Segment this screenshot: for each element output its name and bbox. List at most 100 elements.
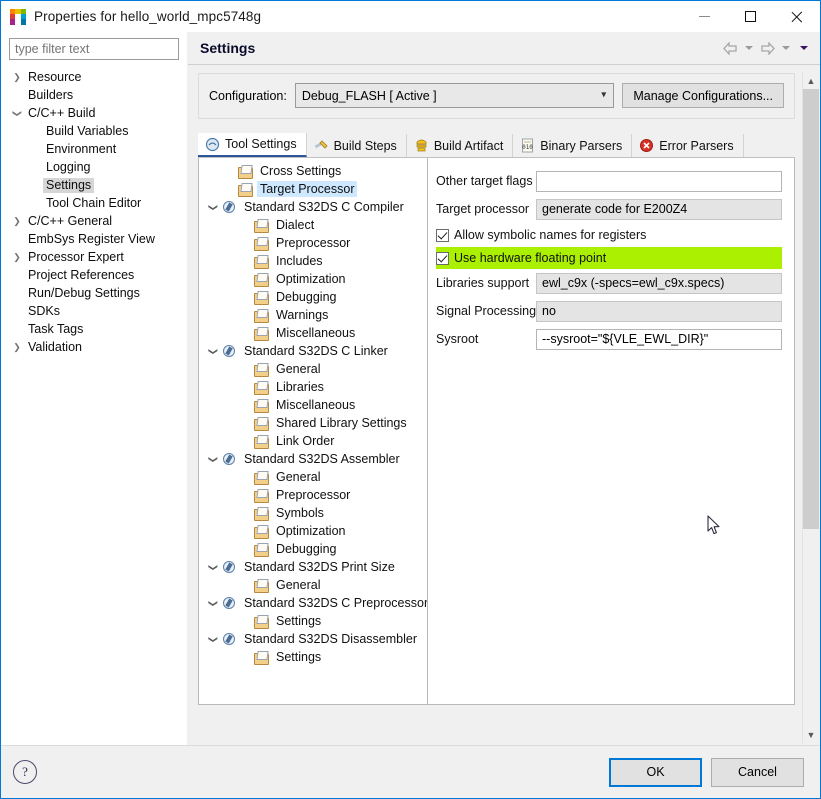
sidebar-item[interactable]: ❯Environment: [1, 140, 187, 158]
tool-tree-item[interactable]: ❯Optimization: [199, 522, 427, 540]
tool-tree-item[interactable]: ❯Settings: [199, 648, 427, 666]
scroll-down-icon[interactable]: ▼: [803, 726, 819, 743]
folder-icon: [253, 614, 269, 629]
tab-build-steps[interactable]: Build Steps: [307, 134, 407, 157]
chevron-down-icon[interactable]: ❯: [208, 343, 219, 359]
option-value-field[interactable]: generate code for E200Z4: [536, 198, 782, 220]
tool-tree-item[interactable]: ❯General: [199, 360, 427, 378]
sidebar-item[interactable]: ❯Builders: [1, 86, 187, 104]
chevron-right-icon[interactable]: ❯: [9, 252, 25, 263]
tool-tree-item[interactable]: ❯Libraries: [199, 378, 427, 396]
sidebar-item[interactable]: ❯Project References: [1, 266, 187, 284]
filter-input[interactable]: [9, 38, 179, 60]
sidebar-item[interactable]: ❯Settings: [1, 176, 187, 194]
gear-icon: [221, 596, 237, 611]
gear-icon: [221, 632, 237, 647]
checkbox-icon[interactable]: [436, 251, 449, 265]
view-menu-chevron-down-icon[interactable]: [800, 46, 808, 50]
tool-tree-item[interactable]: ❯Dialect: [199, 216, 427, 234]
tool-tree-item[interactable]: ❯ Standard S32DS Assembler: [199, 450, 427, 468]
sidebar-item[interactable]: ❯Tool Chain Editor: [1, 194, 187, 212]
tool-tree-item[interactable]: ❯Link Order: [199, 432, 427, 450]
forward-history-chevron-down-icon[interactable]: [782, 46, 790, 50]
tool-tree-item[interactable]: ❯Cross Settings: [199, 162, 427, 180]
scrollbar-thumb[interactable]: [803, 89, 819, 529]
sidebar-item[interactable]: ❯Logging: [1, 158, 187, 176]
option-value-field[interactable]: --sysroot="${VLE_EWL_DIR}": [536, 328, 782, 350]
back-arrow-icon[interactable]: [722, 40, 739, 57]
tool-tree-item[interactable]: ❯Target Processor: [199, 180, 427, 198]
content-scrollbar[interactable]: ▲ ▼: [802, 72, 819, 743]
tool-category-tree[interactable]: ❯Cross Settings❯Target Processor❯Standar…: [199, 158, 428, 704]
tab-tool-settings[interactable]: Tool Settings: [198, 133, 307, 157]
tool-tree-item[interactable]: ❯ Standard S32DS Print Size: [199, 558, 427, 576]
tool-tree-item-label: Link Order: [276, 434, 335, 448]
ok-button[interactable]: OK: [609, 757, 702, 787]
folder-icon: [253, 488, 269, 503]
option-checkbox-row[interactable]: Allow symbolic names for registers: [436, 224, 782, 246]
tool-tree-item[interactable]: ❯General: [199, 468, 427, 486]
sidebar-item[interactable]: ❯Build Variables: [1, 122, 187, 140]
sidebar-item[interactable]: ❯ Resource: [1, 68, 187, 86]
tool-tree-item[interactable]: ❯Shared Library Settings: [199, 414, 427, 432]
tool-tree-item[interactable]: ❯ Standard S32DS C Preprocessor: [199, 594, 428, 612]
sidebar-item[interactable]: ❯Task Tags: [1, 320, 187, 338]
tool-tree-item[interactable]: ❯Includes: [199, 252, 427, 270]
back-history-chevron-down-icon[interactable]: [745, 46, 753, 50]
chevron-down-icon[interactable]: ❯: [208, 559, 219, 575]
cancel-button[interactable]: Cancel: [711, 757, 804, 787]
option-value-field[interactable]: [536, 170, 782, 192]
tool-tree-item[interactable]: ❯ Standard S32DS C Compiler: [199, 198, 427, 216]
error-parsers-icon: [639, 138, 654, 153]
tab-binary-parsers[interactable]: 010 Binary Parsers: [513, 134, 633, 157]
forward-arrow-icon[interactable]: [759, 40, 776, 57]
maximize-button[interactable]: [727, 1, 773, 32]
title-bar: Properties for hello_world_mpc5748g: [1, 1, 820, 32]
tab-error-parsers[interactable]: Error Parsers: [632, 134, 744, 157]
chevron-right-icon[interactable]: ❯: [9, 216, 25, 227]
chevron-down-icon[interactable]: ❯: [208, 595, 219, 611]
sidebar-item[interactable]: ❯ Processor Expert: [1, 248, 187, 266]
chevron-down-icon[interactable]: ❯: [208, 199, 219, 215]
option-value-field[interactable]: no: [536, 300, 782, 322]
option-checkbox-row[interactable]: Use hardware floating point: [436, 247, 782, 269]
checkbox-icon[interactable]: [436, 228, 449, 242]
tool-tree-item[interactable]: ❯Miscellaneous: [199, 396, 427, 414]
tool-tree-item[interactable]: ❯ Standard S32DS C Linker: [199, 342, 427, 360]
scrollbar-track[interactable]: [803, 89, 819, 726]
help-icon[interactable]: ?: [13, 760, 37, 784]
tool-tree-item[interactable]: ❯Optimization: [199, 270, 427, 288]
sidebar-item[interactable]: ❯ C/C++ Build: [1, 104, 187, 122]
settings-tree[interactable]: ❯Resource❯Builders❯C/C++ Build❯Build Var…: [1, 65, 187, 745]
minimize-button[interactable]: [681, 1, 727, 32]
tool-tree-item-label: Target Processor: [257, 181, 358, 197]
option-value-field[interactable]: ewl_c9x (-specs=ewl_c9x.specs): [536, 272, 782, 294]
tool-tree-item[interactable]: ❯ Standard S32DS Disassembler: [199, 630, 427, 648]
tool-tree-item[interactable]: ❯Preprocessor: [199, 234, 427, 252]
sidebar-item[interactable]: ❯SDKs: [1, 302, 187, 320]
sidebar-item[interactable]: ❯ C/C++ General: [1, 212, 187, 230]
tool-tree-item[interactable]: ❯Warnings: [199, 306, 427, 324]
tool-tree-item[interactable]: ❯Preprocessor: [199, 486, 427, 504]
tab-build-artifact[interactable]: Build Artifact: [407, 134, 514, 157]
tool-tree-item[interactable]: ❯Debugging: [199, 540, 427, 558]
configuration-dropdown[interactable]: Debug_FLASH [ Active ] ▾: [294, 83, 615, 108]
chevron-down-icon[interactable]: ❯: [208, 631, 219, 647]
scroll-up-icon[interactable]: ▲: [803, 72, 819, 89]
sidebar-item[interactable]: ❯EmbSys Register View: [1, 230, 187, 248]
tool-tree-item-label: Warnings: [276, 308, 329, 322]
tool-tree-item[interactable]: ❯General: [199, 576, 427, 594]
tool-tree-item[interactable]: ❯Symbols: [199, 504, 427, 522]
sidebar-item[interactable]: ❯Run/Debug Settings: [1, 284, 187, 302]
tool-tree-item[interactable]: ❯Settings: [199, 612, 427, 630]
manage-configurations-button[interactable]: Manage Configurations...: [622, 83, 784, 108]
chevron-right-icon[interactable]: ❯: [9, 342, 25, 353]
sidebar-item[interactable]: ❯ Validation: [1, 338, 187, 356]
chevron-down-icon[interactable]: ❯: [12, 105, 23, 121]
chevron-down-icon[interactable]: ❯: [208, 451, 219, 467]
chevron-right-icon[interactable]: ❯: [9, 72, 25, 83]
tool-tree-item[interactable]: ❯Debugging: [199, 288, 427, 306]
settings-page: Settings Configuration: Debug_FLASH [Ac…: [188, 32, 820, 745]
close-button[interactable]: [773, 1, 820, 32]
tool-tree-item[interactable]: ❯Miscellaneous: [199, 324, 427, 342]
